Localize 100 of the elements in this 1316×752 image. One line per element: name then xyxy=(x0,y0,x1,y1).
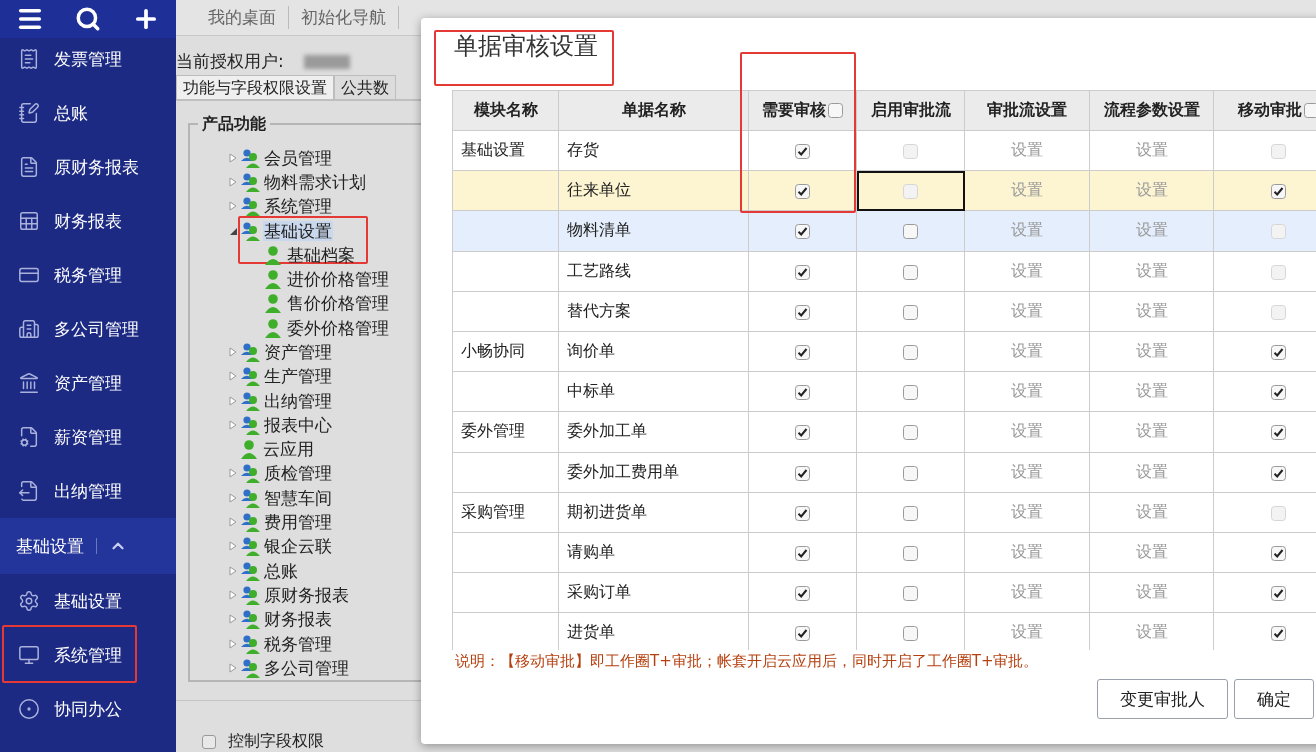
checkbox[interactable] xyxy=(903,505,918,521)
table-row[interactable]: 采购管理 期初进货单 设置 设置 xyxy=(452,492,1316,533)
checkbox[interactable] xyxy=(795,425,810,441)
nav-item[interactable]: 总账 xyxy=(54,101,88,125)
expand-arrow-icon[interactable] xyxy=(228,468,238,479)
checkbox[interactable] xyxy=(1271,586,1286,602)
tree-item[interactable]: 售价价格管理 xyxy=(286,293,390,314)
tab[interactable]: 功能与字段权限设置 xyxy=(176,75,334,100)
tree-item[interactable]: 报表中心 xyxy=(263,414,333,435)
checkbox[interactable] xyxy=(903,224,918,240)
tree-item[interactable]: 费用管理 xyxy=(263,512,333,533)
tree-item[interactable]: 质检管理 xyxy=(263,463,333,484)
table-row[interactable]: 进货单 设置 设置 xyxy=(452,612,1316,650)
checkbox[interactable] xyxy=(903,626,918,642)
expand-arrow-icon[interactable] xyxy=(228,614,238,625)
checkbox[interactable] xyxy=(795,224,810,240)
expand-arrow-icon[interactable] xyxy=(228,517,238,528)
expand-arrow-icon[interactable] xyxy=(228,589,238,600)
table-row[interactable]: 请购单 设置 设置 xyxy=(452,532,1316,573)
tree-item[interactable]: 生产管理 xyxy=(263,366,333,387)
expand-arrow-icon[interactable] xyxy=(228,371,238,382)
nav-section-title[interactable]: 基础设置 xyxy=(16,534,84,558)
tree-item[interactable]: 进价价格管理 xyxy=(286,269,390,290)
checkbox[interactable] xyxy=(1271,545,1286,561)
dialog-button[interactable]: 变更审批人 xyxy=(1097,679,1228,719)
tree-item[interactable]: 原财务报表 xyxy=(263,584,350,605)
checkbox[interactable] xyxy=(795,264,810,280)
checkbox[interactable] xyxy=(795,545,810,561)
checkbox[interactable] xyxy=(1271,345,1286,361)
nav-item[interactable]: 资产管理 xyxy=(54,371,122,395)
table-row[interactable]: 物料清单 设置 设置 xyxy=(452,210,1316,252)
checkbox[interactable] xyxy=(795,184,810,200)
nav-item[interactable]: 多公司管理 xyxy=(54,317,139,341)
expand-arrow-icon[interactable] xyxy=(228,565,238,576)
tree-item[interactable]: 委外价格管理 xyxy=(286,317,390,338)
checkbox[interactable] xyxy=(1271,465,1286,481)
checkbox[interactable] xyxy=(1304,103,1316,118)
tree-item[interactable]: 会员管理 xyxy=(263,147,333,168)
checkbox[interactable] xyxy=(903,586,918,602)
expand-arrow-icon[interactable] xyxy=(228,395,238,406)
tree-item[interactable]: 总账 xyxy=(263,560,299,581)
nav-item[interactable]: 基础设置 xyxy=(54,589,122,613)
checkbox[interactable] xyxy=(795,304,810,320)
tree-item[interactable]: 税务管理 xyxy=(263,633,333,654)
page-tab[interactable]: 我的桌面 xyxy=(196,6,289,30)
checkbox[interactable] xyxy=(795,465,810,481)
expand-arrow-icon[interactable] xyxy=(228,419,238,430)
search-icon[interactable] xyxy=(75,6,101,32)
tree-item[interactable]: 物料需求计划 xyxy=(263,171,367,192)
expand-arrow-icon[interactable] xyxy=(228,492,238,503)
expand-arrow-icon[interactable] xyxy=(228,638,238,649)
tab[interactable]: 公共数 xyxy=(334,75,396,100)
checkbox[interactable] xyxy=(795,144,810,160)
checkbox[interactable] xyxy=(795,586,810,602)
checkbox[interactable] xyxy=(795,505,810,521)
nav-item[interactable]: 税务管理 xyxy=(54,263,122,287)
expand-arrow-icon[interactable] xyxy=(228,541,238,552)
table-row[interactable]: 采购订单 设置 设置 xyxy=(452,572,1316,613)
table-row[interactable]: 委外加工费用单 设置 设置 xyxy=(452,452,1316,493)
checkbox[interactable] xyxy=(903,264,918,280)
nav-item[interactable]: 财务报表 xyxy=(54,209,122,233)
nav-item[interactable]: 系统管理 xyxy=(54,643,122,667)
checkbox[interactable] xyxy=(1271,184,1286,200)
expand-arrow-icon[interactable] xyxy=(228,152,238,163)
tree-item[interactable]: 基础档案 xyxy=(286,244,356,265)
expand-arrow-icon[interactable] xyxy=(228,201,238,212)
checkbox[interactable] xyxy=(903,545,918,561)
table-row[interactable]: 工艺路线 设置 设置 xyxy=(452,251,1316,292)
page-tab[interactable]: 初始化导航 xyxy=(289,6,399,30)
checkbox[interactable] xyxy=(795,345,810,361)
nav-item[interactable]: 出纳管理 xyxy=(54,479,122,503)
table-row[interactable]: 委外管理 委外加工单 设置 设置 xyxy=(452,411,1316,452)
checkbox[interactable] xyxy=(1271,425,1286,441)
checkbox[interactable] xyxy=(828,103,843,118)
tree-item[interactable]: 资产管理 xyxy=(263,342,333,362)
table-row[interactable]: 往来单位 设置 设置 xyxy=(452,170,1316,211)
tree-item[interactable]: 智慧车间 xyxy=(263,487,333,508)
checkbox[interactable] xyxy=(1271,385,1286,401)
tree-item[interactable]: 基础设置 xyxy=(263,220,333,241)
expand-arrow-icon[interactable] xyxy=(228,176,238,187)
checkbox[interactable] xyxy=(795,385,810,401)
tree-item[interactable]: 云应用 xyxy=(262,439,315,460)
checkbox[interactable] xyxy=(1271,626,1286,642)
checkbox[interactable] xyxy=(903,425,918,441)
nav-item[interactable]: 原财务报表 xyxy=(54,155,139,179)
table-row[interactable]: 中标单 设置 设置 xyxy=(452,371,1316,412)
nav-item[interactable]: 协同办公 xyxy=(54,697,122,721)
tree-item[interactable]: 系统管理 xyxy=(263,196,333,217)
checkbox[interactable] xyxy=(903,465,918,481)
tree-item[interactable]: 银企云联 xyxy=(263,536,333,557)
tree-item[interactable]: 财务报表 xyxy=(263,609,333,630)
expand-arrow-icon[interactable] xyxy=(228,662,238,673)
checkbox[interactable] xyxy=(795,626,810,642)
tree-item[interactable]: 多公司管理 xyxy=(263,657,350,678)
tree-item[interactable]: 出纳管理 xyxy=(263,390,333,411)
nav-item[interactable]: 薪资管理 xyxy=(54,425,122,449)
table-row[interactable]: 基础设置 存货 设置 设置 xyxy=(452,130,1316,171)
dialog-button[interactable]: 确定 xyxy=(1234,679,1314,719)
nav-item[interactable]: 发票管理 xyxy=(54,47,122,71)
expand-arrow-icon[interactable] xyxy=(228,347,238,357)
